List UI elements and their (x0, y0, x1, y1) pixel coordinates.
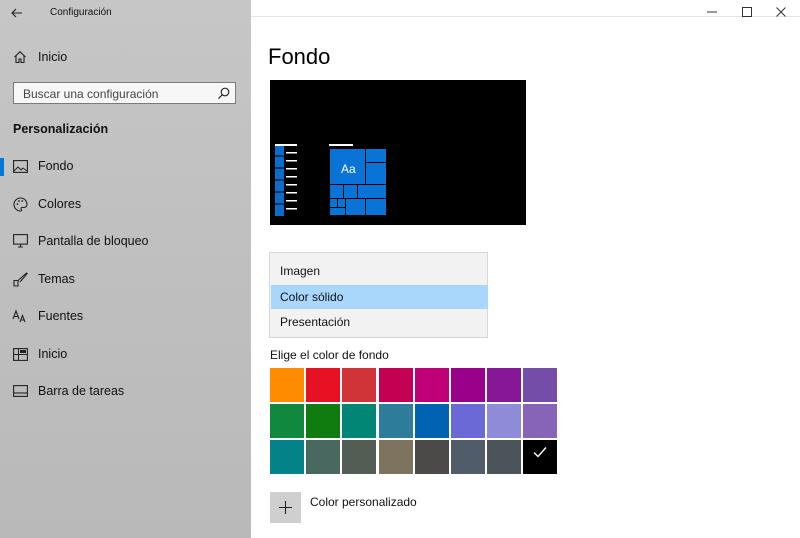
monitor-icon (12, 233, 28, 249)
color-swatch[interactable] (487, 404, 522, 438)
maximize-icon (742, 7, 752, 17)
color-swatch[interactable] (414, 404, 449, 438)
page-title: Fondo (268, 44, 331, 69)
color-swatch[interactable] (378, 440, 413, 474)
color-swatch[interactable] (487, 440, 522, 474)
close-icon (776, 7, 786, 17)
color-swatch[interactable] (414, 368, 449, 402)
back-button[interactable] (6, 4, 28, 22)
custom-color-label[interactable]: Color personalizado (310, 495, 417, 509)
section-heading: Personalización (13, 122, 109, 136)
color-swatch[interactable] (451, 404, 485, 438)
taskbar-icon (12, 383, 28, 399)
color-swatch[interactable] (306, 368, 341, 402)
color-swatch[interactable] (378, 368, 413, 402)
search-icon[interactable] (217, 86, 231, 100)
color-swatch[interactable] (306, 440, 341, 474)
close-button[interactable] (766, 3, 796, 21)
sidebar-item-colores[interactable]: Colores (0, 189, 251, 219)
color-swatch[interactable] (523, 404, 558, 438)
dropdown-option-color-solido[interactable]: Color sólido (271, 285, 488, 309)
custom-color-button[interactable] (270, 492, 301, 523)
color-swatch[interactable] (270, 368, 304, 402)
search-input[interactable] (23, 86, 213, 102)
background-preview: Aa (270, 80, 526, 225)
sidebar-item-label: Pantalla de bloqueo (38, 234, 149, 248)
search-box (13, 82, 236, 104)
brush-icon (12, 271, 28, 287)
color-swatch[interactable] (378, 404, 413, 438)
dropdown-option-imagen[interactable]: Imagen (271, 259, 488, 283)
sidebar-item-home[interactable]: Inicio (0, 42, 251, 72)
color-swatch[interactable] (342, 404, 377, 438)
color-swatch[interactable] (414, 440, 449, 474)
start-layout-icon (12, 346, 28, 362)
sidebar-item-temas[interactable]: Temas (0, 264, 251, 294)
sidebar-item-label: Barra de tareas (38, 384, 125, 398)
home-icon (12, 49, 28, 65)
minimize-button[interactable] (697, 3, 727, 21)
preview-start-menu (275, 144, 387, 216)
color-swatch[interactable] (270, 404, 304, 438)
sidebar-item-label: Fondo (38, 159, 74, 173)
sidebar-item-pantalla-de-bloqueo[interactable]: Pantalla de bloqueo (0, 226, 251, 256)
color-swatch[interactable] (451, 440, 485, 474)
color-swatch[interactable] (487, 368, 522, 402)
background-type-dropdown[interactable]: Imagen Color sólido Presentación (269, 252, 488, 338)
color-swatch[interactable] (523, 440, 558, 474)
sidebar-item-label: Fuentes (38, 309, 84, 323)
color-swatch[interactable] (523, 368, 558, 402)
palette-icon (12, 196, 28, 212)
color-swatch[interactable] (342, 440, 377, 474)
maximize-button[interactable] (732, 3, 762, 21)
sidebar: Configuración Inicio Personalización Fon… (0, 0, 251, 538)
sidebar-item-label: Inicio (38, 50, 68, 64)
plus-icon (279, 501, 292, 514)
color-swatch[interactable] (306, 404, 341, 438)
picture-icon (12, 158, 28, 174)
preview-tile-text: Aa (341, 162, 356, 176)
color-section-label: Elige el color de fondo (270, 348, 389, 362)
sidebar-item-fondo[interactable]: Fondo (0, 151, 251, 181)
color-swatch[interactable] (342, 368, 377, 402)
dropdown-option-presentacion[interactable]: Presentación (271, 310, 488, 334)
arrow-left-icon (11, 8, 22, 18)
checkmark-icon (533, 447, 547, 458)
color-swatch[interactable] (270, 440, 304, 474)
sidebar-item-inicio[interactable]: Inicio (0, 339, 251, 369)
minimize-icon (707, 11, 717, 13)
sidebar-item-label: Temas (38, 272, 75, 286)
color-swatch[interactable] (451, 368, 485, 402)
window-title: Configuración (50, 7, 112, 18)
sidebar-item-label: Colores (38, 197, 82, 211)
sidebar-item-barra-de-tareas[interactable]: Barra de tareas (0, 376, 251, 406)
font-icon (12, 308, 28, 324)
sidebar-item-label: Inicio (38, 347, 68, 361)
sidebar-item-fuentes[interactable]: Fuentes (0, 301, 251, 331)
